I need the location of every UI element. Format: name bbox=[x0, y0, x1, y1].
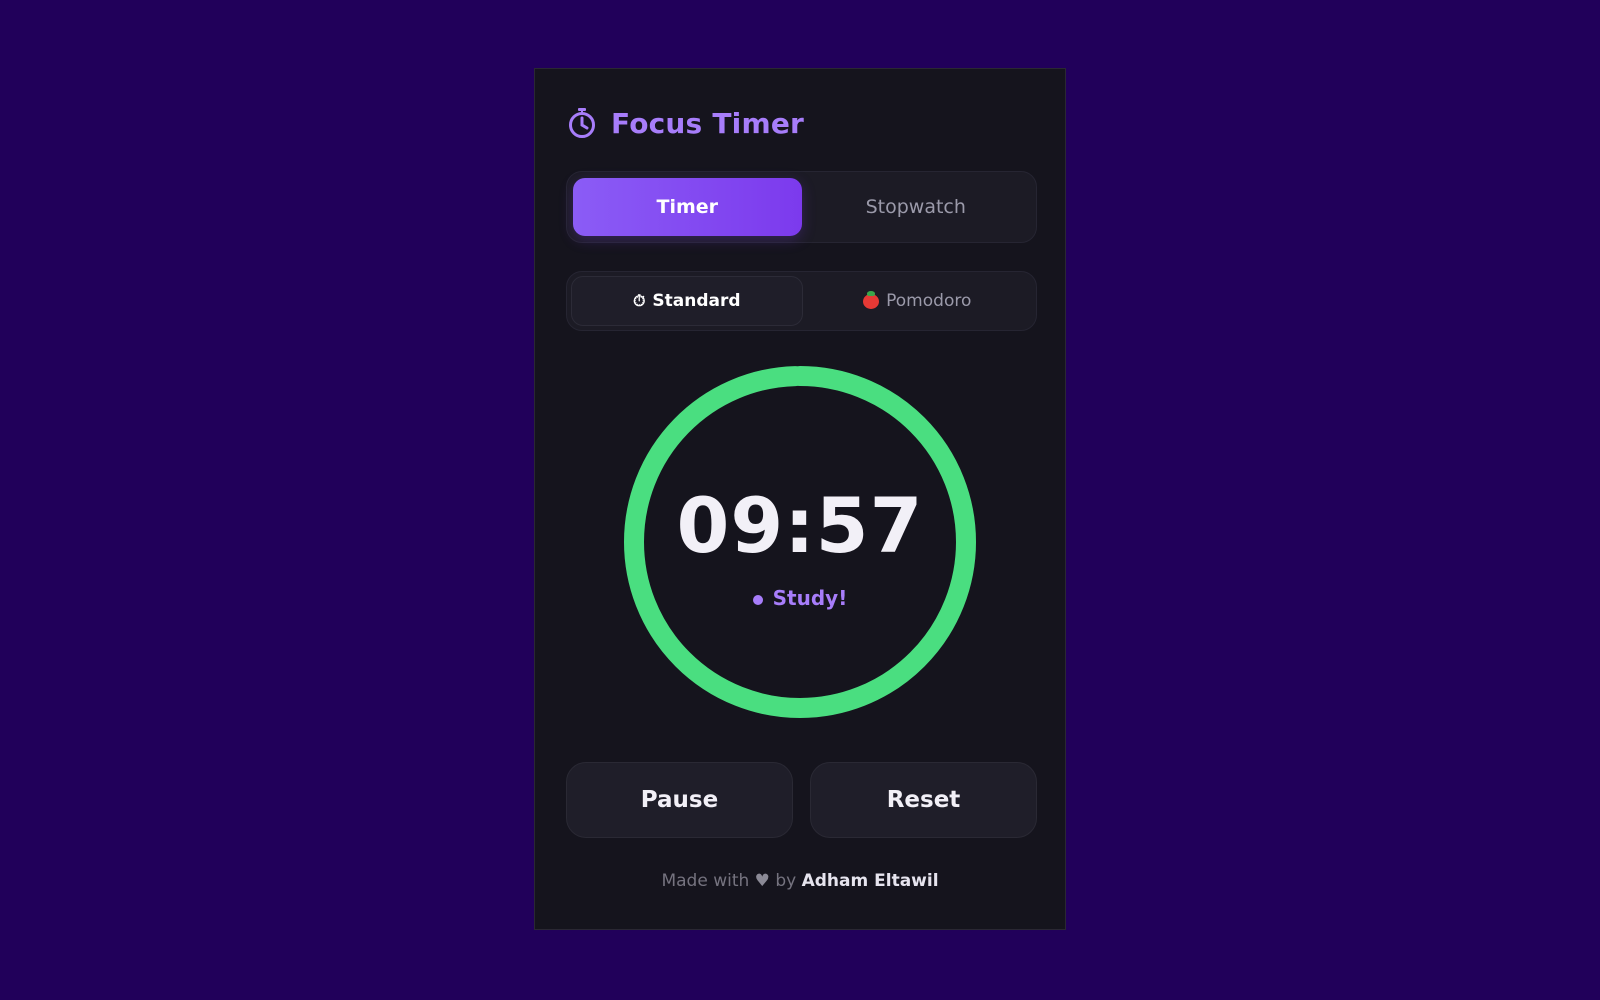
stopwatch-icon bbox=[567, 107, 597, 139]
timer-panel: Focus Timer Timer Stopwatch ⏱ Standard P… bbox=[534, 68, 1066, 930]
tab-timer[interactable]: Timer bbox=[573, 178, 802, 236]
status-dot bbox=[752, 594, 763, 605]
footer-author: Adham Eltawil bbox=[801, 871, 939, 891]
time-display: 09:57 bbox=[676, 481, 924, 570]
tab-pomodoro[interactable]: Pomodoro bbox=[803, 276, 1033, 326]
timer-style-switch: ⏱ Standard Pomodoro bbox=[566, 271, 1037, 331]
footer-by: by bbox=[775, 871, 797, 891]
pause-button[interactable]: Pause bbox=[566, 762, 793, 838]
app-title: Focus Timer bbox=[611, 106, 805, 140]
tab-pomodoro-label: Pomodoro bbox=[886, 291, 972, 311]
tab-standard[interactable]: ⏱ Standard bbox=[571, 276, 803, 326]
footer-made-with: Made with bbox=[661, 871, 750, 891]
app-header: Focus Timer bbox=[567, 101, 804, 145]
countdown-ring: 09:57 Study! bbox=[624, 366, 976, 718]
status-label: Study! bbox=[624, 586, 976, 610]
heart-icon: ♥ bbox=[754, 871, 770, 891]
tab-standard-label: Standard bbox=[652, 291, 741, 311]
tab-stopwatch[interactable]: Stopwatch bbox=[802, 178, 1031, 236]
status-text: Study! bbox=[772, 586, 848, 610]
tomato-icon bbox=[863, 290, 880, 309]
footer-credit: Made with ♥ by Adham Eltawil bbox=[535, 871, 1065, 891]
stopwatch-icon: ⏱ bbox=[632, 291, 646, 310]
reset-button[interactable]: Reset bbox=[810, 762, 1037, 838]
mode-switch: Timer Stopwatch bbox=[566, 171, 1037, 243]
